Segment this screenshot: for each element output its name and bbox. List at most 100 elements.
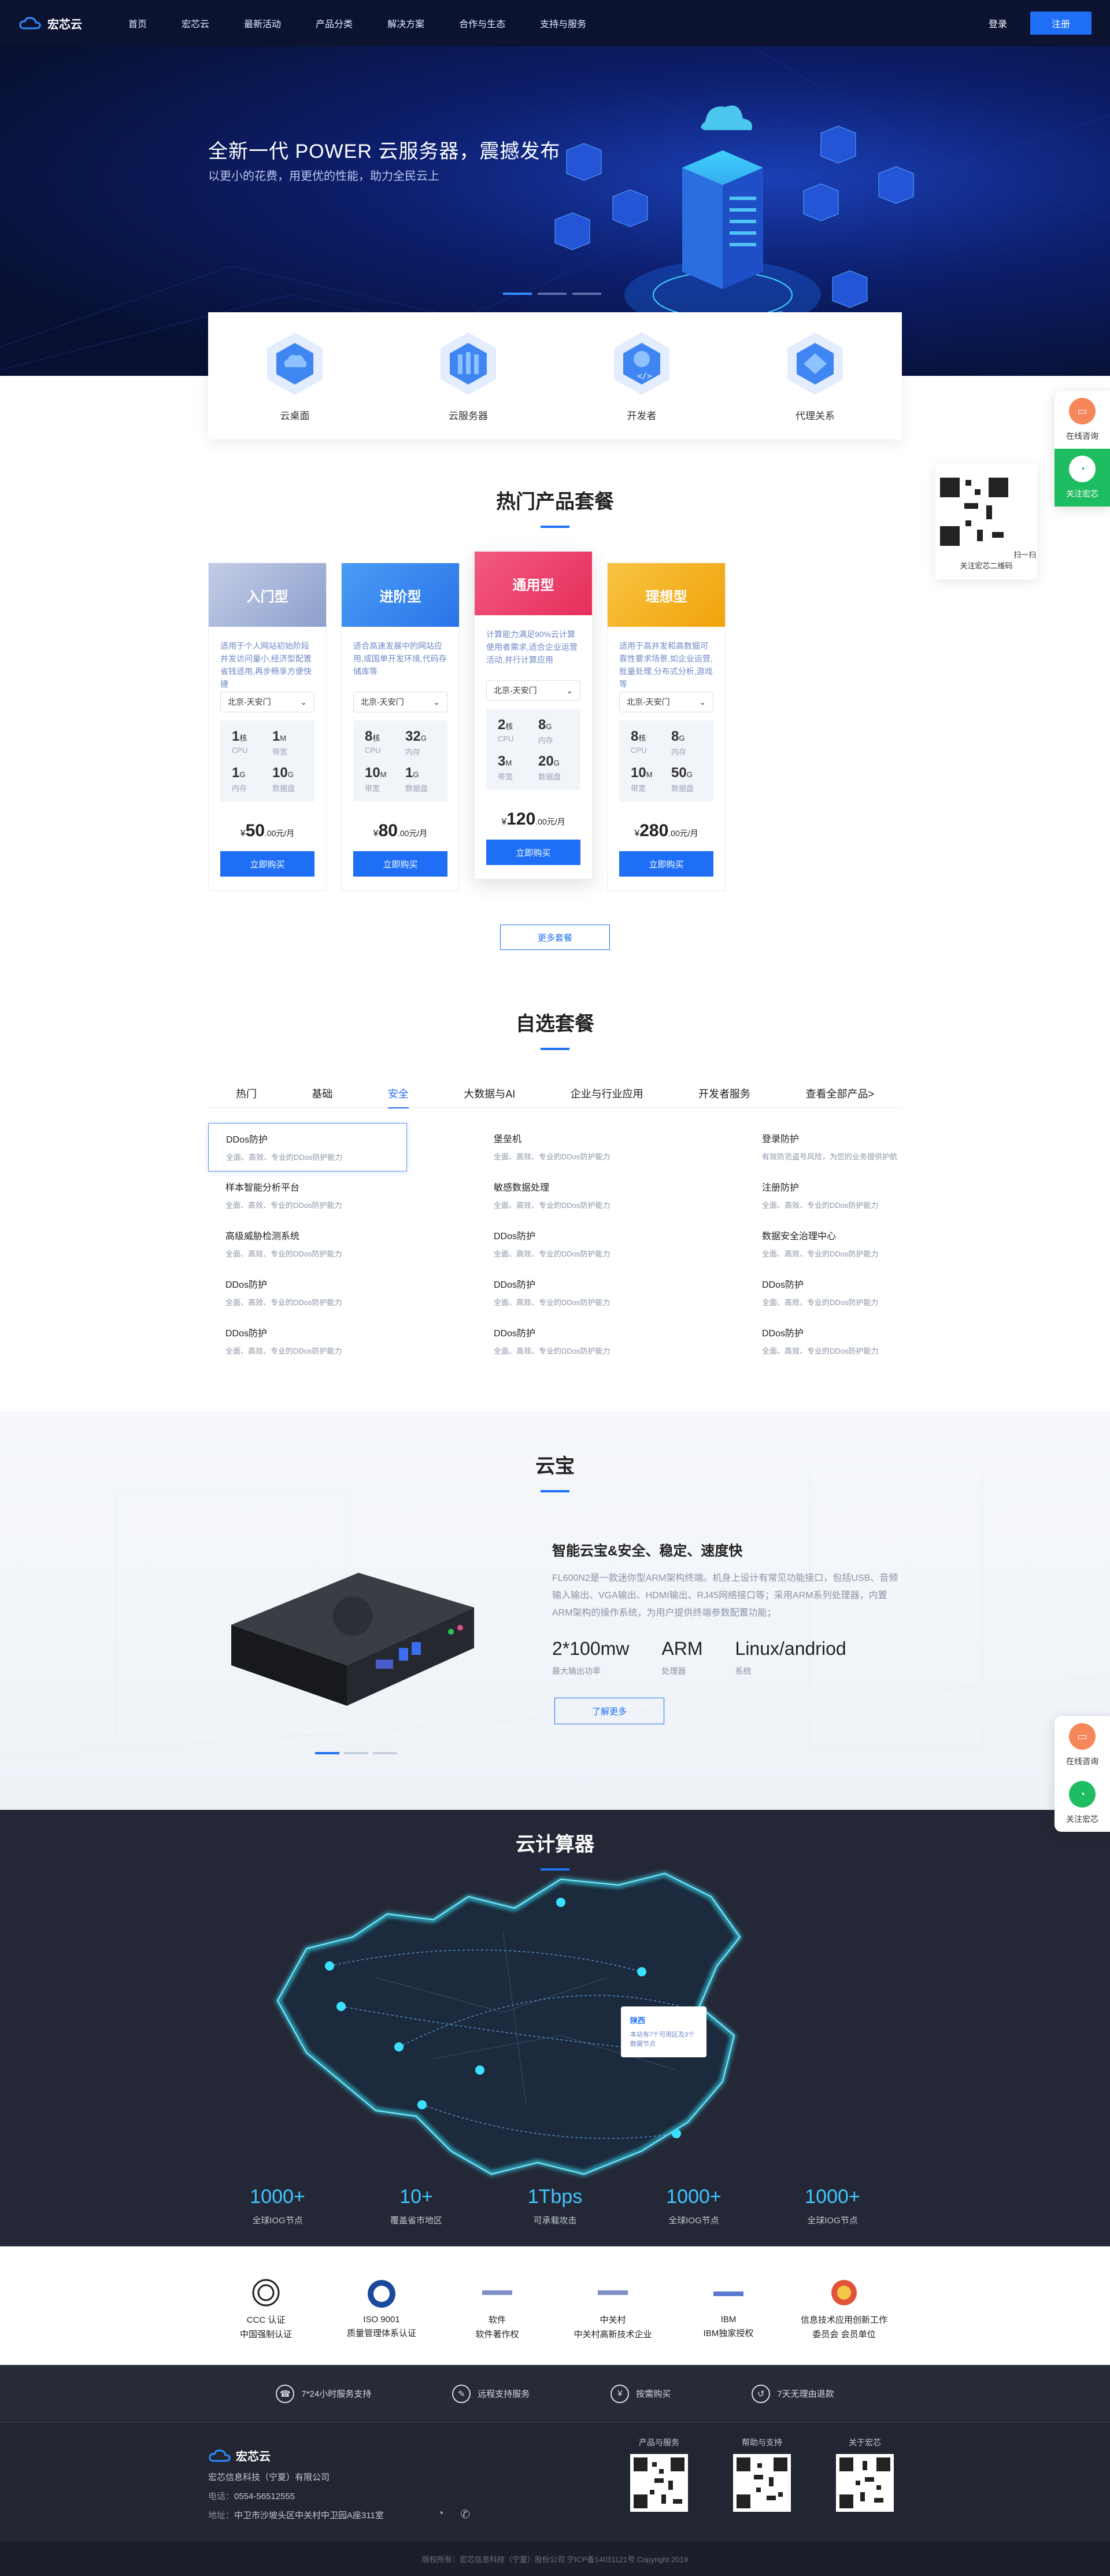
follow-button[interactable]: ◔ 关注宏芯 <box>1054 1774 1110 1832</box>
brand-logo[interactable]: 宏芯云 <box>18 15 99 32</box>
item-desc: 全面、高效、专业的DDos防护能力 <box>494 1250 610 1258</box>
follow-button[interactable]: ◔ 关注宏芯 <box>1054 449 1110 507</box>
online-consult-button[interactable]: ▭ 在线咨询 <box>1054 391 1110 449</box>
qr-caption: 扫一扫关注宏芯二维码 <box>960 550 1037 570</box>
spec-item: 10M 带宽 <box>631 765 654 793</box>
list-item[interactable]: DDos防护 全面、高效、专业的DDos防护能力 <box>208 1317 407 1366</box>
item-title: DDos防护 <box>494 1232 536 1241</box>
tab-basic[interactable]: 基础 <box>312 1079 332 1108</box>
yunbao-dot-2[interactable] <box>344 1752 368 1754</box>
nav-actions: 登录 注册 <box>989 12 1092 35</box>
menu-ecosystem[interactable]: 合作与生态 <box>442 16 523 30</box>
item-desc: 全面、高效、专业的DDos防护能力 <box>225 1298 342 1307</box>
iso-mark-icon <box>368 2279 395 2308</box>
list-item[interactable]: 登录防护 有效防范盗号风险，为您的业务提供护航 <box>745 1123 918 1171</box>
menu-events[interactable]: 最新活动 <box>227 16 298 30</box>
spec-label: 带宽 <box>498 773 513 781</box>
list-item[interactable]: DDos防护 全面、高效、专业的DDos防护能力 <box>745 1317 918 1366</box>
item-title: 堡垒机 <box>494 1134 522 1144</box>
menu-products[interactable]: 产品分类 <box>298 16 370 30</box>
stat-item: 1Tbps 可承载攻击 <box>491 2186 619 2226</box>
china-map-image <box>276 1872 742 2176</box>
register-button[interactable]: 注册 <box>1030 12 1092 35</box>
menu-home[interactable]: 首页 <box>111 16 164 30</box>
list-item[interactable]: 数据安全治理中心 全面、高效、专业的DDos防护能力 <box>745 1220 918 1269</box>
stat-item: 2*100mw 最大输出功率 <box>552 1638 629 1677</box>
phone-line: 电话：0554-56512555 <box>208 2490 384 2502</box>
online-consult-button[interactable]: ▭ 在线咨询 <box>1054 1716 1110 1774</box>
list-item[interactable]: 堡垒机 全面、高效、专业的DDos防护能力 <box>476 1123 675 1171</box>
category-cloud-server[interactable]: 云服务器 <box>435 330 502 422</box>
ibm-mark-icon <box>713 2291 743 2296</box>
spec-unit: M <box>505 759 512 767</box>
list-item[interactable]: 高级威胁检测系统 全面、高效、专业的DDos防护能力 <box>208 1220 407 1269</box>
buy-button[interactable]: 立即购买 <box>619 851 713 877</box>
brand-name: 宏芯云 <box>47 18 82 31</box>
list-item[interactable]: DDos防护 全面、高效、专业的DDos防护能力 <box>745 1269 918 1317</box>
region-tooltip: 陕西 本站有7个可用区及3个数据节点 <box>621 2006 706 2057</box>
list-item[interactable]: DDos防护 全面、高效、专业的DDos防护能力 <box>476 1269 675 1317</box>
menu-hongxinyun[interactable]: 宏芯云 <box>164 16 227 30</box>
hero-dot-3[interactable] <box>572 293 601 295</box>
cert-desc: 中国强制认证 <box>239 2329 292 2340</box>
tab-all-products[interactable]: 查看全部产品> <box>805 1079 874 1108</box>
region-select[interactable]: 北京-天安门 ⌄ <box>220 692 314 712</box>
list-item[interactable]: 样本智能分析平台 全面、高效、专业的DDos防护能力 <box>208 1171 407 1220</box>
service-label: 7天无理由退款 <box>777 2389 834 2399</box>
tab-developer[interactable]: 开发者服务 <box>698 1079 750 1108</box>
stat-label: 全球IOG节点 <box>668 2216 719 2226</box>
region-select[interactable]: 北京-天安门 ⌄ <box>353 692 447 712</box>
list-item[interactable]: DDos防护全面、高效、专业的DDos防护能力 <box>476 1220 675 1269</box>
spec-item: 32G 内存 <box>405 729 428 757</box>
product-card-entry: 入门型 适用于个人网站初始阶段并发访问量小,经济型配置省钱适用,再步畅享方便快捷… <box>208 563 327 891</box>
developer-icon: </> <box>614 332 669 395</box>
stat-value: 1000+ <box>666 2186 722 2208</box>
login-link[interactable]: 登录 <box>989 16 1007 30</box>
cert-name: IBM <box>720 2314 737 2324</box>
category-agent[interactable]: 代理关系 <box>782 330 849 422</box>
spec-label: 内存 <box>538 736 554 745</box>
learn-more-button[interactable]: 了解更多 <box>554 1698 664 1724</box>
spec-item: 1核 CPU <box>232 729 255 757</box>
spec-unit: 核 <box>638 734 646 742</box>
region-select[interactable]: 北京-天安门 ⌄ <box>619 692 713 712</box>
stat-item: 1000+ 全球IOG节点 <box>214 2186 341 2226</box>
item-desc: 全面、高效、专业的DDos防护能力 <box>494 1298 610 1307</box>
list-item[interactable]: DDos防护 全面、高效、专业的DDos防护能力 <box>476 1317 675 1366</box>
buy-button[interactable]: 立即购买 <box>486 840 580 865</box>
region-select[interactable]: 北京-天安门 ⌄ <box>486 680 580 701</box>
menu-support[interactable]: 支持与服务 <box>523 16 604 30</box>
hero-dot-1[interactable] <box>503 293 532 295</box>
stat-label: 系统 <box>735 1666 752 1676</box>
category-cloud-desktop[interactable]: 云桌面 <box>261 330 328 422</box>
tab-hot[interactable]: 热门 <box>236 1079 257 1108</box>
menu-solutions[interactable]: 解决方案 <box>370 16 442 30</box>
yunbao-dot-3[interactable] <box>373 1752 397 1754</box>
list-item[interactable]: DDos防护全面、高效、专业的DDos防护能力 <box>208 1269 407 1317</box>
item-title: 样本智能分析平台 <box>225 1183 300 1193</box>
more-packages-button[interactable]: 更多套餐 <box>500 925 610 950</box>
yunbao-dot-1[interactable] <box>315 1752 339 1754</box>
spec-value: 2 <box>498 717 506 733</box>
tab-bigdata-ai[interactable]: 大数据与AI <box>464 1079 515 1108</box>
cert-name: 中关村 <box>600 2315 626 2325</box>
tab-security[interactable]: 安全 <box>387 1079 409 1108</box>
item-title: 登录防护 <box>762 1134 800 1144</box>
buy-button[interactable]: 立即购买 <box>353 851 447 877</box>
buy-button[interactable]: 立即购买 <box>220 851 314 877</box>
price-unit: .00元/月 <box>264 829 295 838</box>
list-item[interactable]: DDos防护 全面、高效、专业的DDos防护能力 <box>208 1123 407 1171</box>
footer-brand: 宏芯云 <box>236 2451 271 2463</box>
mini-pc-image <box>231 1573 474 1706</box>
tab-enterprise[interactable]: 企业与行业应用 <box>571 1079 643 1108</box>
service-item: ✎ 远程支持服务 <box>452 2384 530 2403</box>
hero-dot-2[interactable] <box>538 293 567 295</box>
list-item[interactable]: 敏感数据处理 全面、高效、专业的DDos防护能力 <box>476 1171 675 1220</box>
phone-icon[interactable]: ✆ <box>460 2507 470 2522</box>
item-title: DDos防护 <box>225 1280 268 1290</box>
spec-value: 50 <box>671 765 687 781</box>
spec-panel: 2核 CPU 8G 内存 3M 带宽 20G 数据盘 <box>486 709 580 790</box>
list-item[interactable]: 注册防护 全面、高效、专业的DDos防护能力 <box>745 1171 918 1220</box>
category-developer[interactable]: </> 开发者 <box>608 330 675 422</box>
wechat-icon[interactable]: ◔ <box>437 2507 444 2522</box>
